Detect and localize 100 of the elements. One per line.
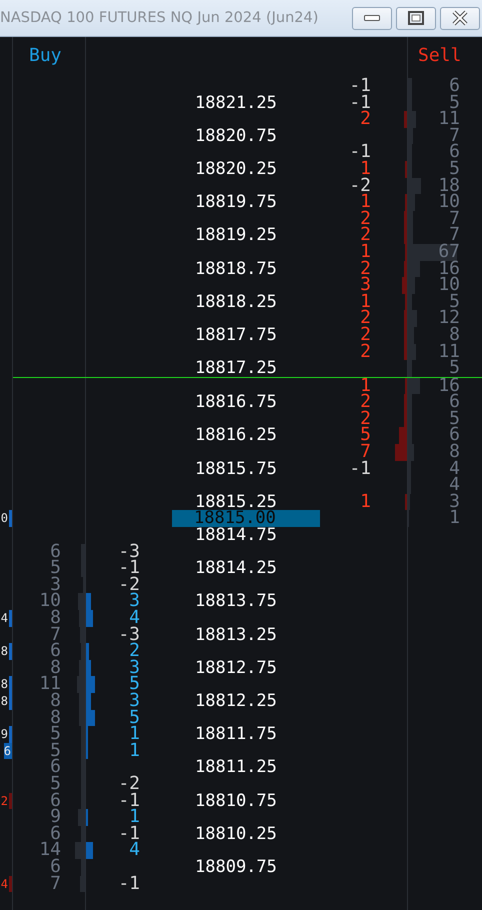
delta-value: 4 (129, 610, 140, 627)
delta-value: -1 (118, 560, 140, 577)
volume-value: 8 (449, 444, 460, 461)
price-label[interactable]: 18816.25 (195, 427, 277, 444)
volume-value: 7 (50, 876, 61, 892)
price-label[interactable]: 18820.25 (195, 160, 277, 178)
price-label[interactable]: 18818.25 (195, 294, 277, 310)
volume-value: 10 (438, 277, 460, 294)
maximize-button[interactable] (396, 6, 436, 30)
price-label[interactable]: 18814.75 (195, 527, 277, 544)
volume-value: 6 (449, 394, 460, 411)
delta-value: 1 (360, 494, 371, 510)
delta-value: 4 (129, 842, 140, 859)
price-label[interactable]: 18819.25 (195, 227, 277, 244)
volume-value: 5 (449, 360, 460, 377)
volume-value: 11 (438, 344, 460, 360)
delta-value: 1 (129, 809, 140, 826)
price-label[interactable]: 18815.75 (195, 460, 277, 478)
price-label[interactable]: 18814.25 (195, 560, 277, 577)
volume-value: 5 (50, 742, 61, 760)
volume-value: 10 (438, 194, 460, 211)
delta-value: 1 (360, 294, 371, 310)
delta-value: -1 (349, 94, 371, 112)
delta-value: 2 (360, 410, 371, 428)
price-label[interactable]: 18813.75 (195, 593, 277, 610)
price-label[interactable]: 18812.25 (195, 692, 277, 710)
edge-value: 8 (0, 692, 12, 710)
volume-value: 6 (50, 792, 61, 810)
delta-value: -3 (118, 544, 140, 560)
close-button[interactable] (440, 6, 480, 30)
delta-value: 1 (360, 378, 371, 394)
delta-value: 3 (129, 593, 140, 610)
delta-value: 2 (360, 310, 371, 327)
delta-value: 1 (360, 244, 371, 261)
volume-value: 5 (449, 294, 460, 310)
price-label[interactable]: 18811.25 (195, 759, 277, 776)
edge-value: 4 (0, 876, 12, 892)
price-label[interactable]: 18812.75 (195, 660, 277, 676)
delta-value: 3 (360, 277, 371, 294)
price-label[interactable]: 18810.25 (195, 826, 277, 842)
volume-value: 12 (438, 310, 460, 327)
price-label[interactable]: 18811.75 (195, 726, 277, 743)
volume-value: 11 (438, 111, 460, 128)
close-icon (451, 10, 469, 26)
delta-value: 2 (360, 111, 371, 128)
delta-value: 2 (360, 326, 371, 344)
price-label[interactable]: 18816.75 (195, 394, 277, 411)
delta-value: -2 (118, 776, 140, 793)
volume-value: 4 (449, 460, 460, 478)
delta-value: -1 (118, 876, 140, 892)
volume-value: 8 (50, 610, 61, 627)
volume-value: 10 (39, 593, 61, 610)
delta-bar (395, 444, 407, 461)
volume-value: 3 (449, 494, 460, 510)
buy-header: Buy (28, 44, 63, 66)
delta-value: -1 (349, 460, 371, 478)
delta-value: -1 (349, 144, 371, 161)
delta-value: -2 (118, 576, 140, 594)
maximize-icon (408, 11, 424, 25)
volume-value: 6 (50, 544, 61, 560)
price-label[interactable]: 18818.75 (195, 260, 277, 278)
volume-value: 14 (39, 842, 61, 859)
price-label[interactable]: 18817.75 (195, 326, 277, 344)
delta-value: 5 (129, 710, 140, 726)
volume-value: 6 (50, 643, 61, 660)
volume-value: 7 (449, 128, 460, 144)
volume-value: 6 (50, 858, 61, 876)
volume-value: 16 (438, 260, 460, 278)
delta-value: 2 (129, 643, 140, 660)
edge-value: 8 (0, 643, 12, 660)
price-label[interactable]: 18819.75 (195, 194, 277, 211)
volume-value: 67 (438, 244, 460, 261)
delta-value: 7 (360, 444, 371, 461)
delta-value: 5 (129, 676, 140, 693)
volume-value: 8 (50, 692, 61, 710)
delta-value: 3 (129, 660, 140, 676)
price-label[interactable]: 18820.75 (195, 128, 277, 144)
volume-value: 6 (449, 144, 460, 161)
edge-value: 0 (0, 510, 12, 528)
price-label[interactable]: 18815.25 (195, 494, 277, 510)
minimize-button[interactable] (352, 6, 392, 30)
price-label[interactable]: 18810.75 (195, 792, 277, 810)
price-label[interactable]: 18821.25 (195, 94, 277, 112)
delta-value: 3 (129, 692, 140, 710)
volume-value: 5 (449, 160, 460, 178)
volume-value: 6 (449, 78, 460, 95)
delta-value: -1 (118, 792, 140, 810)
volume-value: 8 (449, 326, 460, 344)
volume-value: 6 (449, 427, 460, 444)
sell-header: Sell (417, 44, 462, 66)
edge-value: 4 (0, 610, 12, 627)
window-title: NASDAQ 100 FUTURES NQ Jun 2024 (Jun24) (0, 10, 320, 26)
volume-value: 8 (50, 710, 61, 726)
price-label[interactable]: 18809.75 (195, 858, 277, 876)
price-label[interactable]: 18813.25 (195, 626, 277, 644)
volume-value: 5 (50, 726, 61, 743)
delta-value: 2 (360, 344, 371, 360)
price-label[interactable]: 18817.25 (195, 360, 277, 377)
delta-value: 1 (360, 194, 371, 211)
volume-value: 7 (449, 227, 460, 244)
